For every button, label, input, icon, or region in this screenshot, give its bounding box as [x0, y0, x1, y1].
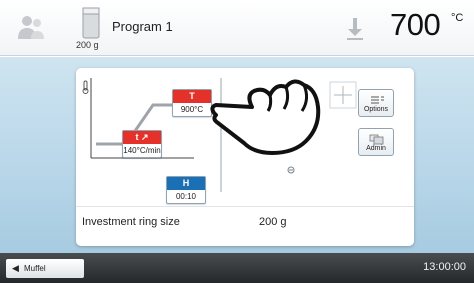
- muffel-label: Muffel: [24, 264, 46, 273]
- admin-button[interactable]: Admin: [358, 128, 394, 156]
- clock: 13:00:00: [423, 261, 466, 273]
- bottom-bar: ◀ Muffel 13:00:00: [0, 253, 474, 283]
- main-area: t ↗ 140°C/min T 900°C H 00:10 Options Ad…: [0, 57, 474, 253]
- investment-ring-label: Investment ring size: [82, 216, 180, 228]
- hold-time-button[interactable]: H 00:10: [166, 176, 206, 204]
- thermometer-icon: [82, 80, 89, 94]
- user-icon[interactable]: [16, 12, 46, 42]
- options-label: Options: [363, 106, 389, 113]
- heat-rate-value: 140°C/min: [123, 146, 161, 155]
- download-icon[interactable]: [344, 16, 366, 42]
- muffel-button[interactable]: ◀ Muffel: [6, 259, 84, 278]
- temperature-unit: °C: [451, 12, 464, 24]
- back-arrow-icon: ◀: [12, 263, 19, 273]
- hand-pointer-icon: [210, 79, 321, 155]
- top-bar: 200 g Program 1 700 °C: [0, 0, 474, 56]
- weight-label: 200 g: [76, 40, 99, 50]
- heat-rate-button[interactable]: t ↗ 140°C/min: [122, 130, 162, 158]
- weight-icon: [82, 7, 100, 39]
- temperature-value: 700: [390, 7, 441, 42]
- admin-label: Admin: [366, 145, 386, 152]
- program-name[interactable]: Program 1: [112, 19, 173, 34]
- investment-ring-value[interactable]: 200 g: [259, 216, 287, 228]
- hold-time-value: 00:10: [175, 192, 197, 201]
- options-button[interactable]: Options: [358, 89, 394, 117]
- hold-time-symbol: H: [167, 177, 205, 190]
- panel-divider: [76, 206, 414, 207]
- heat-rate-symbol: t ↗: [123, 131, 161, 144]
